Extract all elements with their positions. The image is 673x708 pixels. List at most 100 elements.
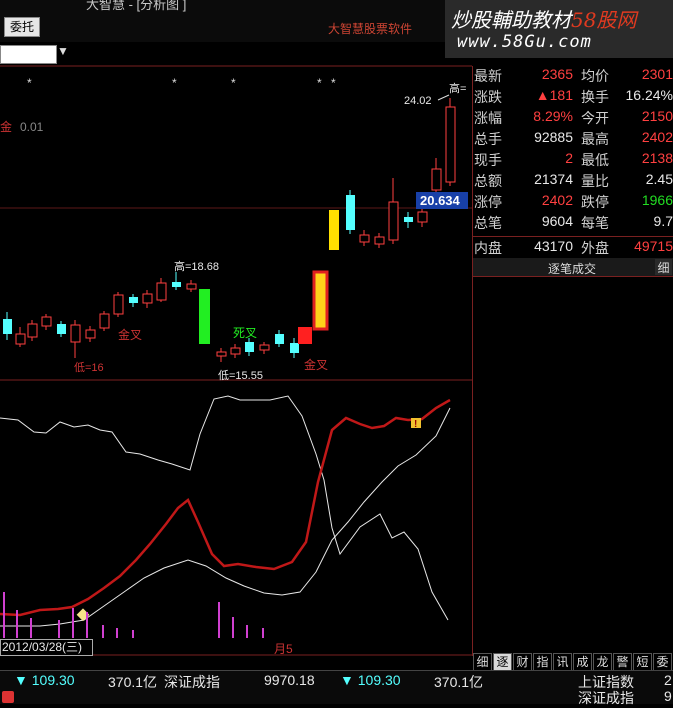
candle-body	[70, 324, 81, 343]
side-tab[interactable]: 财	[513, 653, 532, 671]
candle-body	[172, 282, 181, 287]
candle-body	[259, 344, 270, 351]
low-label: 低=16	[74, 361, 104, 374]
quote-value: 2.45	[645, 171, 673, 187]
quote-label: 现手	[474, 152, 502, 168]
watermark-line1: 炒股輔助教材58股网	[451, 4, 636, 33]
star-mark: *	[27, 76, 32, 90]
quote-label: 每笔	[581, 215, 609, 231]
quote-label: 跌停	[581, 194, 609, 210]
candle-body	[41, 316, 52, 327]
tick-subheader-label: 逐笔成交	[548, 262, 597, 276]
index-change-1: ▼ 109.30	[14, 672, 75, 688]
quote-value: 2402	[641, 129, 673, 145]
quote-label: 最新	[474, 68, 502, 84]
candle-body	[216, 351, 227, 357]
quote-label: 外盘	[581, 240, 609, 256]
quote-value: 2150	[641, 108, 673, 124]
side-tab[interactable]: 龙	[593, 653, 612, 671]
quote-label: 涨停	[474, 194, 502, 210]
quote-label: 总额	[474, 173, 502, 189]
quote-value: 43170	[534, 238, 573, 254]
indicator-line-white	[0, 395, 449, 621]
recent-high-value: 24.02	[404, 95, 432, 107]
quote-label: 涨幅	[474, 110, 502, 126]
side-tab[interactable]: 短	[633, 653, 652, 671]
volume-bar	[218, 602, 220, 638]
star-mark: *	[172, 76, 177, 90]
quote-row: 总笔 9604 每笔 9.7	[473, 213, 673, 234]
side-tab[interactable]: 委	[653, 653, 672, 671]
candle-body	[388, 201, 399, 241]
star-mark: *	[231, 76, 236, 90]
indicator-value: 0.01	[20, 120, 44, 134]
window-title: 大智慧 - [分析图 ]	[86, 0, 187, 12]
side-tab[interactable]: 成	[573, 653, 592, 671]
quote-separator	[473, 236, 673, 237]
period-label: 月5	[274, 642, 293, 656]
candle-body	[374, 236, 385, 245]
side-tab[interactable]: 警	[613, 653, 632, 671]
quote-row: 总额 21374 量比 2.45	[473, 171, 673, 192]
volume-bar	[58, 620, 60, 638]
quote-table: 最新 2365 均价 2301 涨跌 ▲181 换手 16.24% 涨幅 8.29% 今开 2150 总…	[473, 66, 673, 256]
current-price-tag: 20.634	[420, 193, 461, 208]
low2-label: 低=15.55	[218, 369, 263, 382]
quote-label: 最高	[581, 131, 609, 147]
star-mark: *	[331, 76, 336, 90]
quote-label: 换手	[581, 89, 609, 105]
volume-bar	[86, 612, 88, 638]
volume-bar	[102, 625, 104, 638]
quote-value: 49715	[634, 238, 673, 254]
quote-row: 涨跌 ▲181 换手 16.24%	[473, 87, 673, 108]
index-change-2: ▼ 109.30	[340, 672, 401, 688]
index-name-r2[interactable]: 深证成指	[578, 688, 634, 708]
quote-value: 9604	[541, 213, 573, 229]
golden-cross-label-2: 金叉	[304, 357, 328, 372]
candle-body	[57, 324, 66, 334]
volume-bar	[132, 630, 134, 638]
candle-body	[445, 106, 456, 183]
quote-value: 1966	[641, 192, 673, 208]
quote-row: 现手 2 最低 2138	[473, 150, 673, 171]
candle-body	[3, 319, 12, 334]
index-tail-r1: 2	[664, 672, 672, 688]
date-label: 2012/03/28(三)	[0, 639, 93, 656]
red-marker-block	[298, 327, 312, 344]
index-amount-2: 370.1亿	[434, 674, 484, 690]
candle-body	[404, 217, 413, 222]
golden-candle	[329, 210, 339, 250]
volume-bar	[262, 628, 264, 638]
index-name-1[interactable]: 深证成指	[164, 672, 220, 692]
volume-bar	[72, 608, 74, 638]
quote-value: 2138	[641, 150, 673, 166]
chart-area: * * * * * 金 0.01 高=18.68 低=16 低=15.55 金叉…	[0, 65, 472, 656]
volume-bar	[3, 592, 5, 638]
quote-label: 最低	[581, 152, 609, 168]
golden-cross-label-1: 金叉	[118, 327, 142, 342]
quote-label: 总手	[474, 131, 502, 147]
app-icon[interactable]	[2, 691, 14, 703]
quote-value: 16.24%	[625, 87, 673, 103]
side-tab[interactable]: 逐	[493, 653, 512, 671]
watermark-text-b: 58股网	[571, 8, 637, 32]
quote-row: 最新 2365 均价 2301	[473, 66, 673, 87]
volume-bar	[232, 617, 234, 638]
quote-value: 2	[565, 150, 573, 166]
quote-value: 92885	[534, 129, 573, 145]
volume-bar	[30, 618, 32, 638]
entrust-button[interactable]: 委托	[4, 17, 40, 37]
side-tab[interactable]: 细	[473, 653, 492, 671]
chevron-down-icon[interactable]: ▼	[57, 44, 69, 58]
tick-subheader: 逐笔成交	[473, 258, 673, 277]
quote-value: 9.7	[653, 213, 673, 229]
quote-row: 涨幅 8.29% 今开 2150	[473, 108, 673, 129]
side-tab[interactable]: 讯	[553, 653, 572, 671]
quote-row: 涨停 2402 跌停 1966	[473, 192, 673, 213]
dead-cross-label: 死叉	[233, 326, 257, 340]
detail-button[interactable]: 细	[655, 259, 672, 275]
candle-body	[142, 293, 153, 304]
side-tab[interactable]: 指	[533, 653, 552, 671]
quote-row: 总手 92885 最高 2402	[473, 129, 673, 150]
index-amount-1: 370.1亿	[108, 674, 158, 690]
